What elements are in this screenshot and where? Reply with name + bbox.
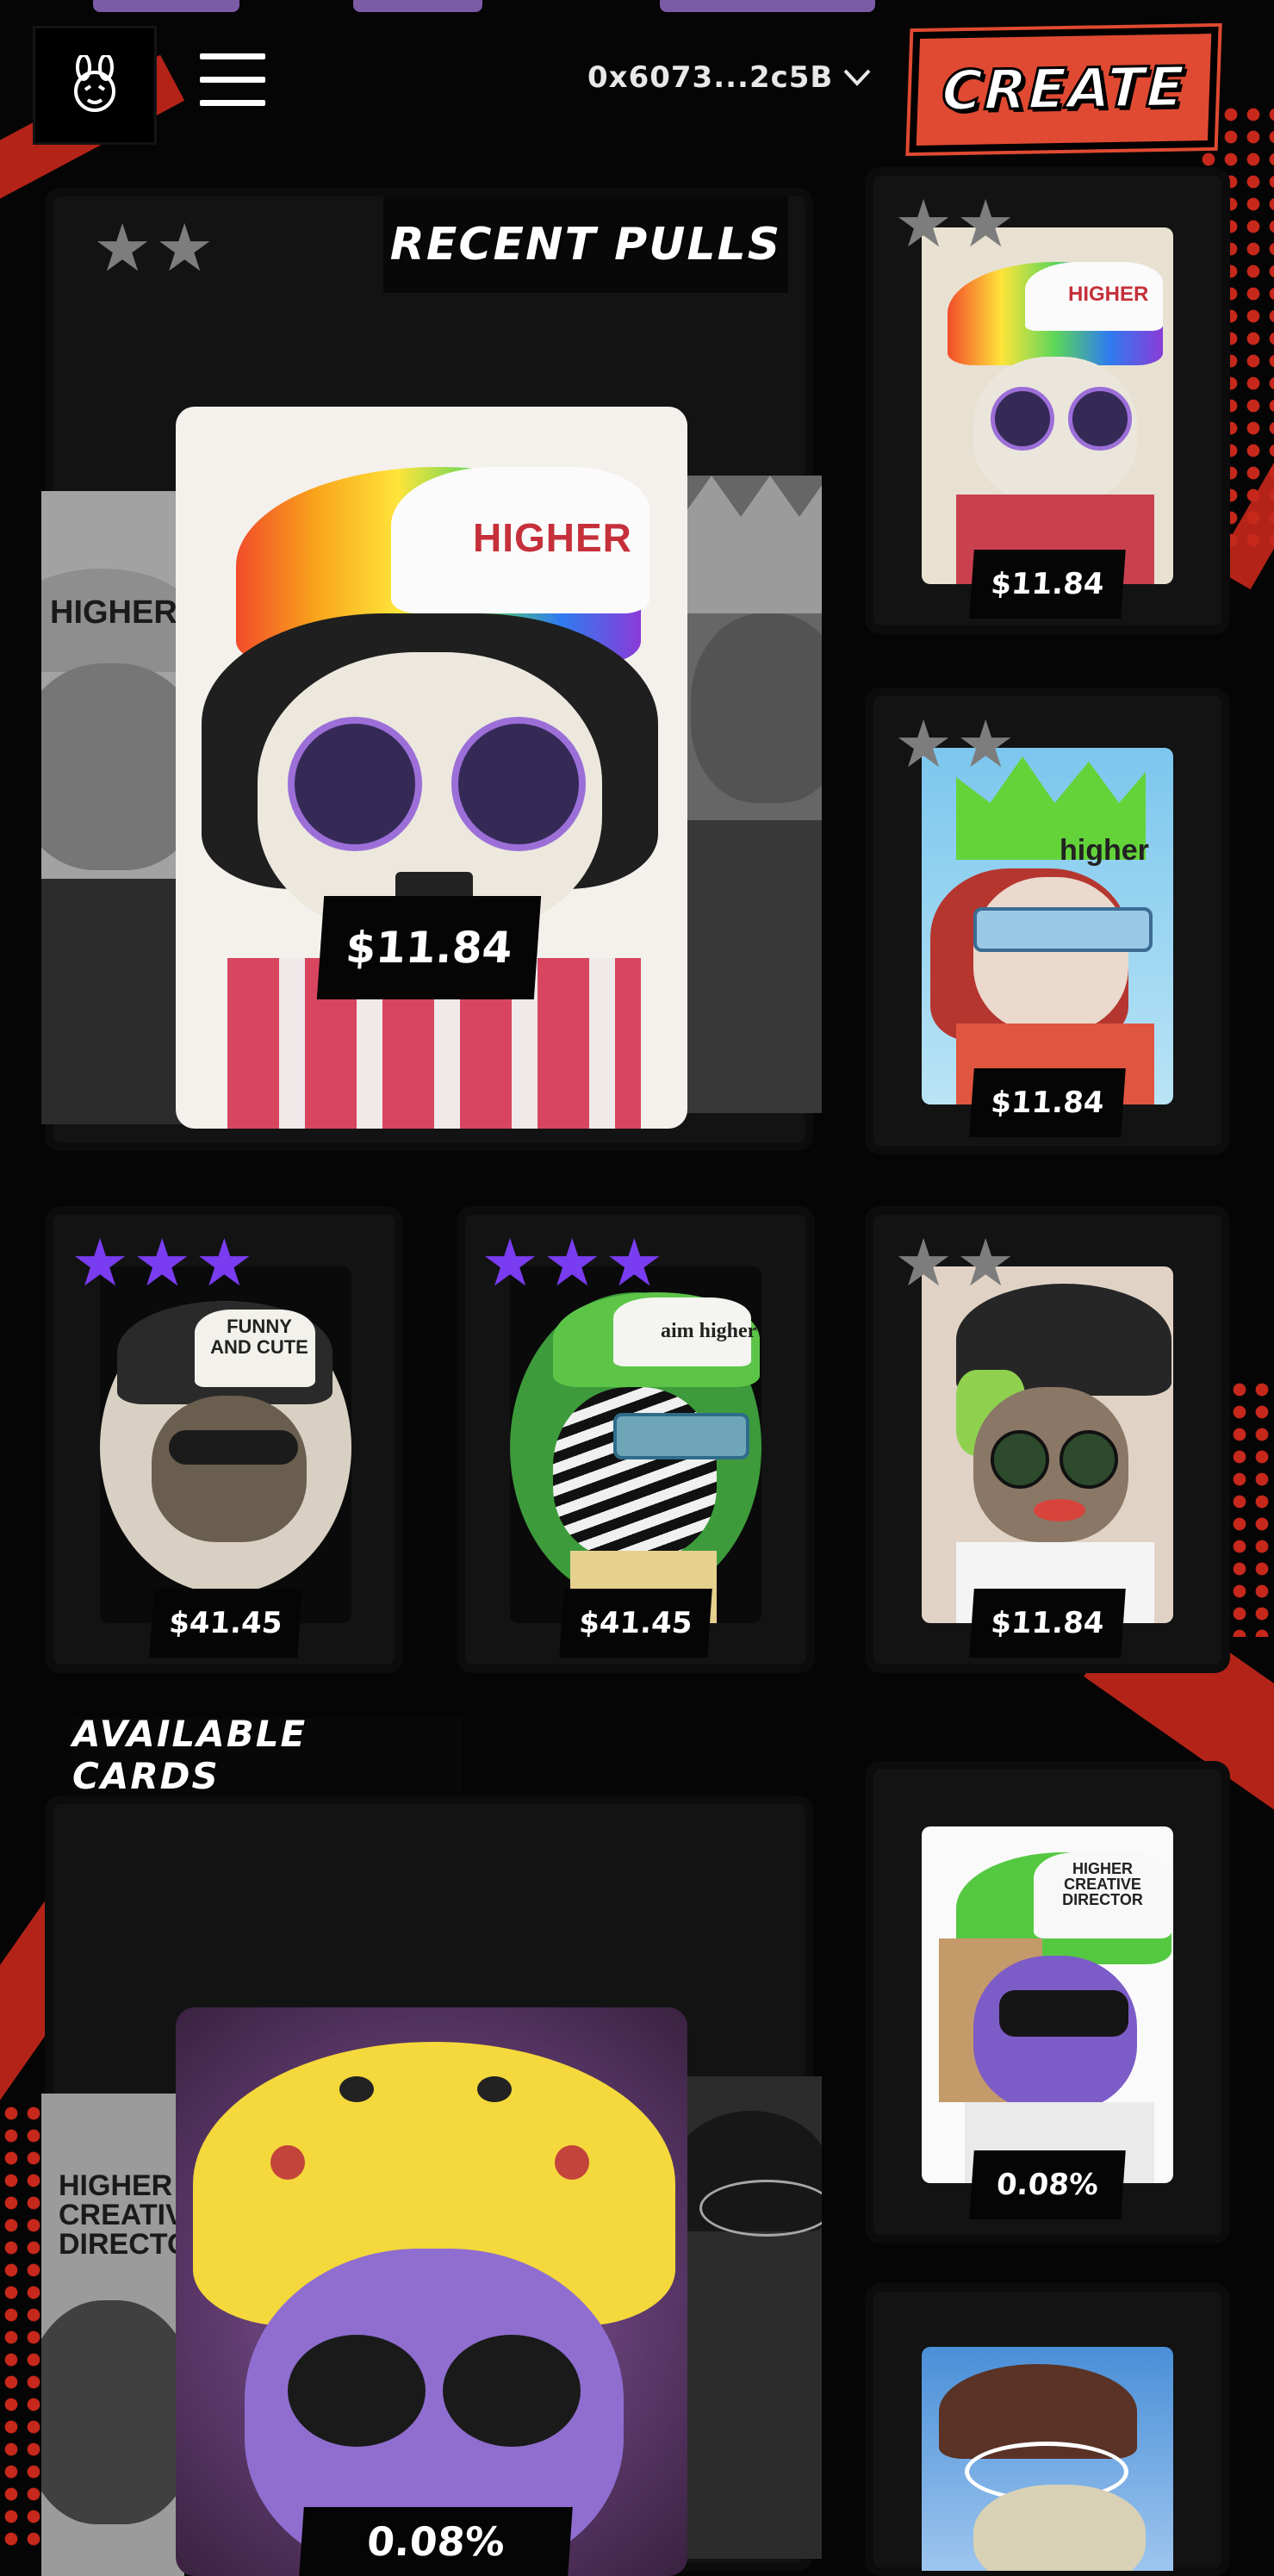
cap-text: HIGHER xyxy=(473,515,632,560)
card-stars: ★ ★ xyxy=(894,1230,1015,1296)
carousel-side-card-left[interactable]: HIGHER CREATIVE DIRECTOR xyxy=(41,2094,184,2576)
recent-pull-card[interactable]: FUNNY AND CUTE xyxy=(100,1266,351,1623)
price-tag: $11.84 xyxy=(969,1068,1126,1137)
card-stars: ★ ★ ★ xyxy=(481,1230,663,1296)
bunny-face-icon xyxy=(74,55,115,112)
star-icon: ★ xyxy=(894,185,954,262)
recent-pull-card[interactable]: higher xyxy=(922,748,1173,1104)
logo-button[interactable] xyxy=(33,26,157,145)
card-peek xyxy=(353,0,482,12)
create-button-label: CREATE xyxy=(940,54,1189,125)
chevron-down-icon xyxy=(843,69,871,86)
star-icon: ★ xyxy=(956,706,1016,782)
price-tag: $41.45 xyxy=(149,1589,302,1658)
card-peek xyxy=(660,0,875,12)
featured-available-card[interactable] xyxy=(176,2007,687,2576)
star-icon: ★ xyxy=(155,209,214,286)
cap-text: aim higher xyxy=(661,1320,757,1342)
card-stars: ★ ★ xyxy=(894,712,1015,777)
cap-text: HIGHER xyxy=(1068,283,1149,306)
cap-text: HIGHER CREATIVE DIRECTOR xyxy=(1062,1860,1143,1908)
featured-recent-pull-card[interactable]: HIGHER xyxy=(176,407,687,1129)
carousel-side-card-left[interactable]: HIGHER xyxy=(41,491,184,1124)
recent-pull-card[interactable]: aim higher xyxy=(510,1266,761,1623)
cap-text: FUNNY AND CUTE xyxy=(210,1316,308,1358)
wallet-address: 0x6073...2c5B xyxy=(587,60,834,95)
star-icon: ★ xyxy=(93,209,152,286)
star-icon: ★ xyxy=(605,1224,664,1301)
card-stars: ★ ★ xyxy=(894,191,1015,257)
hamburger-menu-icon[interactable] xyxy=(200,53,265,107)
recent-pull-card[interactable] xyxy=(922,1266,1173,1623)
star-icon: ★ xyxy=(956,1224,1016,1301)
available-card[interactable]: HIGHER CREATIVE DIRECTOR xyxy=(922,1826,1173,2183)
featured-price-tag: $11.84 xyxy=(316,896,542,999)
featured-stars: ★ ★ xyxy=(93,215,214,281)
card-stars: ★ ★ ★ xyxy=(71,1230,253,1296)
wallet-address-dropdown[interactable]: 0x6073...2c5B xyxy=(587,60,871,95)
recent-pulls-title: RECENT PULLS xyxy=(383,196,788,293)
price-tag: $41.45 xyxy=(559,1589,712,1658)
cap-text: higher xyxy=(1060,834,1149,867)
star-icon: ★ xyxy=(481,1224,540,1301)
price-tag: $11.84 xyxy=(969,1589,1126,1658)
recent-pull-card[interactable]: HIGHER xyxy=(922,227,1173,584)
cap-text: HIGHER CREATIVE DIRECTOR xyxy=(59,2169,184,2261)
card-peek xyxy=(93,0,239,12)
star-icon: ★ xyxy=(195,1224,254,1301)
price-tag: $11.84 xyxy=(969,550,1126,619)
available-card[interactable] xyxy=(922,2347,1173,2571)
carousel-side-card-right[interactable] xyxy=(682,476,822,1113)
odds-tag: 0.08% xyxy=(969,2150,1126,2219)
featured-odds-tag: 0.08% xyxy=(299,2507,573,2576)
create-button[interactable]: CREATE xyxy=(909,26,1219,153)
carousel-side-card-right[interactable] xyxy=(682,2076,822,2559)
available-cards-title: AVAILABLE CARDS xyxy=(72,1713,462,1797)
star-icon: ★ xyxy=(133,1224,192,1301)
star-icon: ★ xyxy=(894,1224,954,1301)
star-icon: ★ xyxy=(956,185,1016,262)
star-icon: ★ xyxy=(543,1224,602,1301)
star-icon: ★ xyxy=(71,1224,130,1301)
star-icon: ★ xyxy=(894,706,954,782)
cap-text: HIGHER xyxy=(50,594,177,631)
